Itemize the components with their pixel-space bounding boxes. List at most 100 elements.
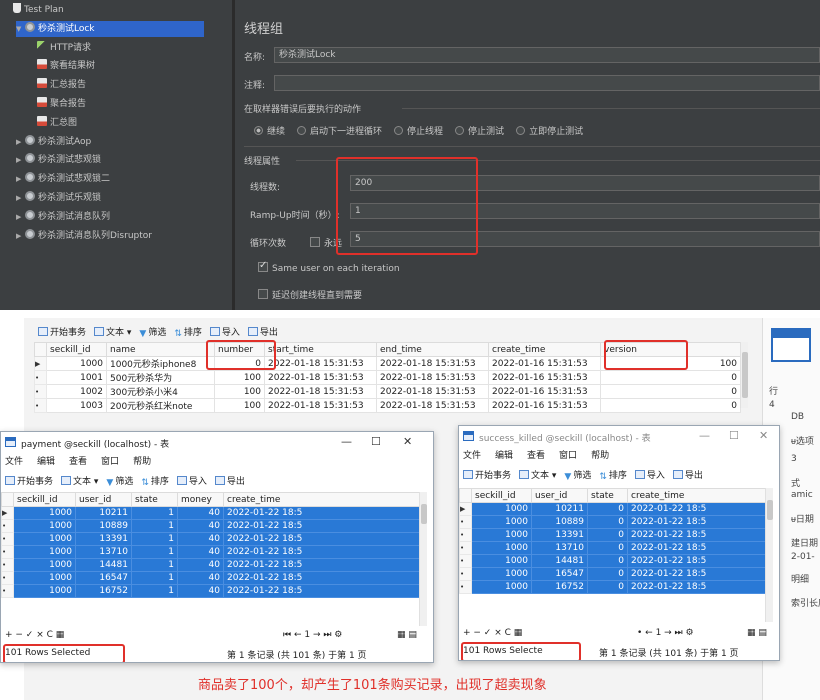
- table-cell[interactable]: 1000: [13, 519, 76, 533]
- table-cell[interactable]: 40: [177, 571, 224, 585]
- toolbar-button-3[interactable]: ⇅ 排序: [141, 474, 169, 488]
- error-action-radio[interactable]: 停止测试: [455, 126, 504, 137]
- table-cell[interactable]: 1000: [471, 567, 532, 581]
- table-cell[interactable]: 2022-01-16 15:31:53: [488, 384, 601, 399]
- tree-item[interactable]: ▶ 秒杀测试悲观锁: [16, 152, 204, 168]
- toolbar-button-5[interactable]: 导出: [247, 325, 278, 338]
- table-row[interactable]: • 1000 16752 1 40 2022-01-22 18:5: [1, 584, 420, 598]
- table-cell[interactable]: 0: [600, 398, 741, 413]
- table-cell[interactable]: 1000: [13, 571, 76, 585]
- table-cell[interactable]: 2022-01-18 15:31:53: [264, 370, 377, 385]
- menu-item[interactable]: 窗口: [559, 451, 577, 461]
- table-cell[interactable]: 1000: [13, 558, 76, 572]
- table-cell[interactable]: 16752: [531, 580, 588, 594]
- table-cell[interactable]: 2022-01-22 18:5: [223, 545, 420, 559]
- table-cell[interactable]: 0: [587, 528, 628, 542]
- table-cell[interactable]: 1000: [13, 545, 76, 559]
- table-cell[interactable]: 1002: [46, 384, 107, 399]
- menu-item[interactable]: 文件: [5, 457, 23, 467]
- table-cell[interactable]: 40: [177, 545, 224, 559]
- column-header[interactable]: start_time: [264, 342, 377, 357]
- expand-toggle-icon[interactable]: ▶: [16, 209, 25, 225]
- maximize-button[interactable]: ☐: [371, 435, 381, 448]
- table-cell[interactable]: 13391: [75, 532, 132, 546]
- column-header[interactable]: name: [106, 342, 215, 357]
- table-row[interactable]: • 1000 13391 1 40 2022-01-22 18:5: [1, 532, 420, 546]
- table-cell[interactable]: 2022-01-22 18:5: [627, 541, 766, 555]
- column-header[interactable]: seckill_id: [13, 492, 76, 507]
- toolbar-button-4[interactable]: 导入: [634, 468, 665, 481]
- table-cell[interactable]: 1000: [471, 541, 532, 555]
- toolbar-button-0[interactable]: 开始事务: [5, 474, 53, 487]
- table-cell[interactable]: 2022-01-18 15:31:53: [264, 384, 377, 399]
- menu-item[interactable]: 文件: [463, 451, 481, 461]
- table-cell[interactable]: 2022-01-22 18:5: [223, 558, 420, 572]
- tree-item[interactable]: 汇总报告: [28, 77, 204, 93]
- toolbar-button-4[interactable]: 导入: [176, 474, 207, 487]
- tree-item[interactable]: ▶ 秒杀测试乐观锁: [16, 190, 204, 206]
- same-user-checkbox[interactable]: Same user on each iteration: [258, 260, 400, 274]
- expand-toggle-icon[interactable]: ▶: [16, 228, 25, 244]
- toolbar-button-3[interactable]: ⇅ 排序: [599, 468, 627, 482]
- toolbar-button-0[interactable]: 开始事务: [38, 325, 86, 338]
- column-header[interactable]: seckill_id: [46, 342, 107, 357]
- main-scrollbar[interactable]: [740, 342, 748, 408]
- expand-toggle-icon[interactable]: ▶: [16, 190, 25, 206]
- toolbar-button-2[interactable]: ▼ 筛选: [139, 325, 166, 339]
- table-cell[interactable]: 100: [214, 370, 265, 385]
- table-cell[interactable]: 14481: [75, 558, 132, 572]
- table-cell[interactable]: 14481: [531, 554, 588, 568]
- tree-item[interactable]: 察看结果树: [28, 58, 204, 74]
- table-cell[interactable]: 0: [587, 515, 628, 529]
- table-cell[interactable]: 2022-01-22 18:5: [223, 532, 420, 546]
- expand-toggle-icon[interactable]: ▼: [16, 21, 25, 37]
- name-input[interactable]: 秒杀测试Lock: [274, 47, 820, 63]
- table-cell[interactable]: 1000: [13, 506, 76, 520]
- test-plan-tree[interactable]: Test Plan ▼ 秒杀测试Lock HTTP请求 察看结果树 汇总报告 聚合报告 汇总图…: [0, 0, 232, 310]
- toolbar-button-5[interactable]: 导出: [672, 468, 703, 481]
- toolbar-button-2[interactable]: ▼ 筛选: [106, 474, 133, 488]
- payment-title-bar[interactable]: payment @seckill (localhost) - 表 — ☐ ✕: [1, 432, 433, 454]
- grid-view-icon[interactable]: ▦ ▤: [747, 628, 767, 638]
- table-cell[interactable]: 16752: [75, 584, 132, 598]
- menu-item[interactable]: 查看: [69, 457, 87, 467]
- table-row[interactable]: • 1000 14481 1 40 2022-01-22 18:5: [1, 558, 420, 572]
- table-cell[interactable]: 0: [600, 370, 741, 385]
- table-cell[interactable]: 2022-01-22 18:5: [627, 528, 766, 542]
- column-header[interactable]: end_time: [376, 342, 489, 357]
- table-cell[interactable]: 13710: [75, 545, 132, 559]
- table-cell[interactable]: 1003: [46, 398, 107, 413]
- error-action-radio[interactable]: 启动下一进程循环: [297, 126, 382, 137]
- table-cell[interactable]: 1000元秒杀iphone8: [106, 356, 215, 371]
- table-cell[interactable]: 2022-01-18 15:31:53: [376, 356, 489, 371]
- table-row[interactable]: • 1000 10889 0 2022-01-22 18:5: [459, 515, 766, 529]
- tree-item[interactable]: Test Plan: [4, 2, 204, 18]
- expand-toggle-icon[interactable]: ▶: [16, 134, 25, 150]
- table-cell[interactable]: 1000: [471, 502, 532, 516]
- comment-input[interactable]: [274, 75, 820, 91]
- table-cell[interactable]: 40: [177, 558, 224, 572]
- table-cell[interactable]: 1: [131, 558, 178, 572]
- table-cell[interactable]: 13710: [531, 541, 588, 555]
- table-cell[interactable]: 16547: [531, 567, 588, 581]
- toolbar-button-0[interactable]: 开始事务: [463, 468, 511, 481]
- record-edit-controls[interactable]: + − ✓ × C ▦: [463, 628, 522, 638]
- toolbar-button-4[interactable]: 导入: [209, 325, 240, 338]
- close-button[interactable]: ✕: [403, 435, 412, 448]
- error-action-radio[interactable]: 立即停止测试: [516, 126, 583, 137]
- error-action-radio[interactable]: 继续: [254, 126, 285, 137]
- table-cell[interactable]: 10889: [531, 515, 588, 529]
- table-cell[interactable]: 1000: [46, 356, 107, 371]
- record-edit-controls[interactable]: + − ✓ × C ▦: [5, 630, 64, 640]
- table-cell[interactable]: 2022-01-22 18:5: [223, 506, 420, 520]
- maximize-button[interactable]: ☐: [729, 429, 739, 442]
- table-cell[interactable]: 1: [131, 545, 178, 559]
- table-cell[interactable]: 300元秒杀小米4: [106, 384, 215, 399]
- table-cell[interactable]: 2022-01-22 18:5: [223, 571, 420, 585]
- menu-item[interactable]: 窗口: [101, 457, 119, 467]
- table-cell[interactable]: 2022-01-18 15:31:53: [376, 398, 489, 413]
- table-row[interactable]: • 1001 500元秒杀华为 100 2022-01-18 15:31:53 2022-…: [34, 370, 741, 385]
- table-cell[interactable]: 10211: [75, 506, 132, 520]
- toolbar-button-1[interactable]: 文本 ▾: [519, 468, 556, 481]
- table-cell[interactable]: 200元秒杀红米note: [106, 398, 215, 413]
